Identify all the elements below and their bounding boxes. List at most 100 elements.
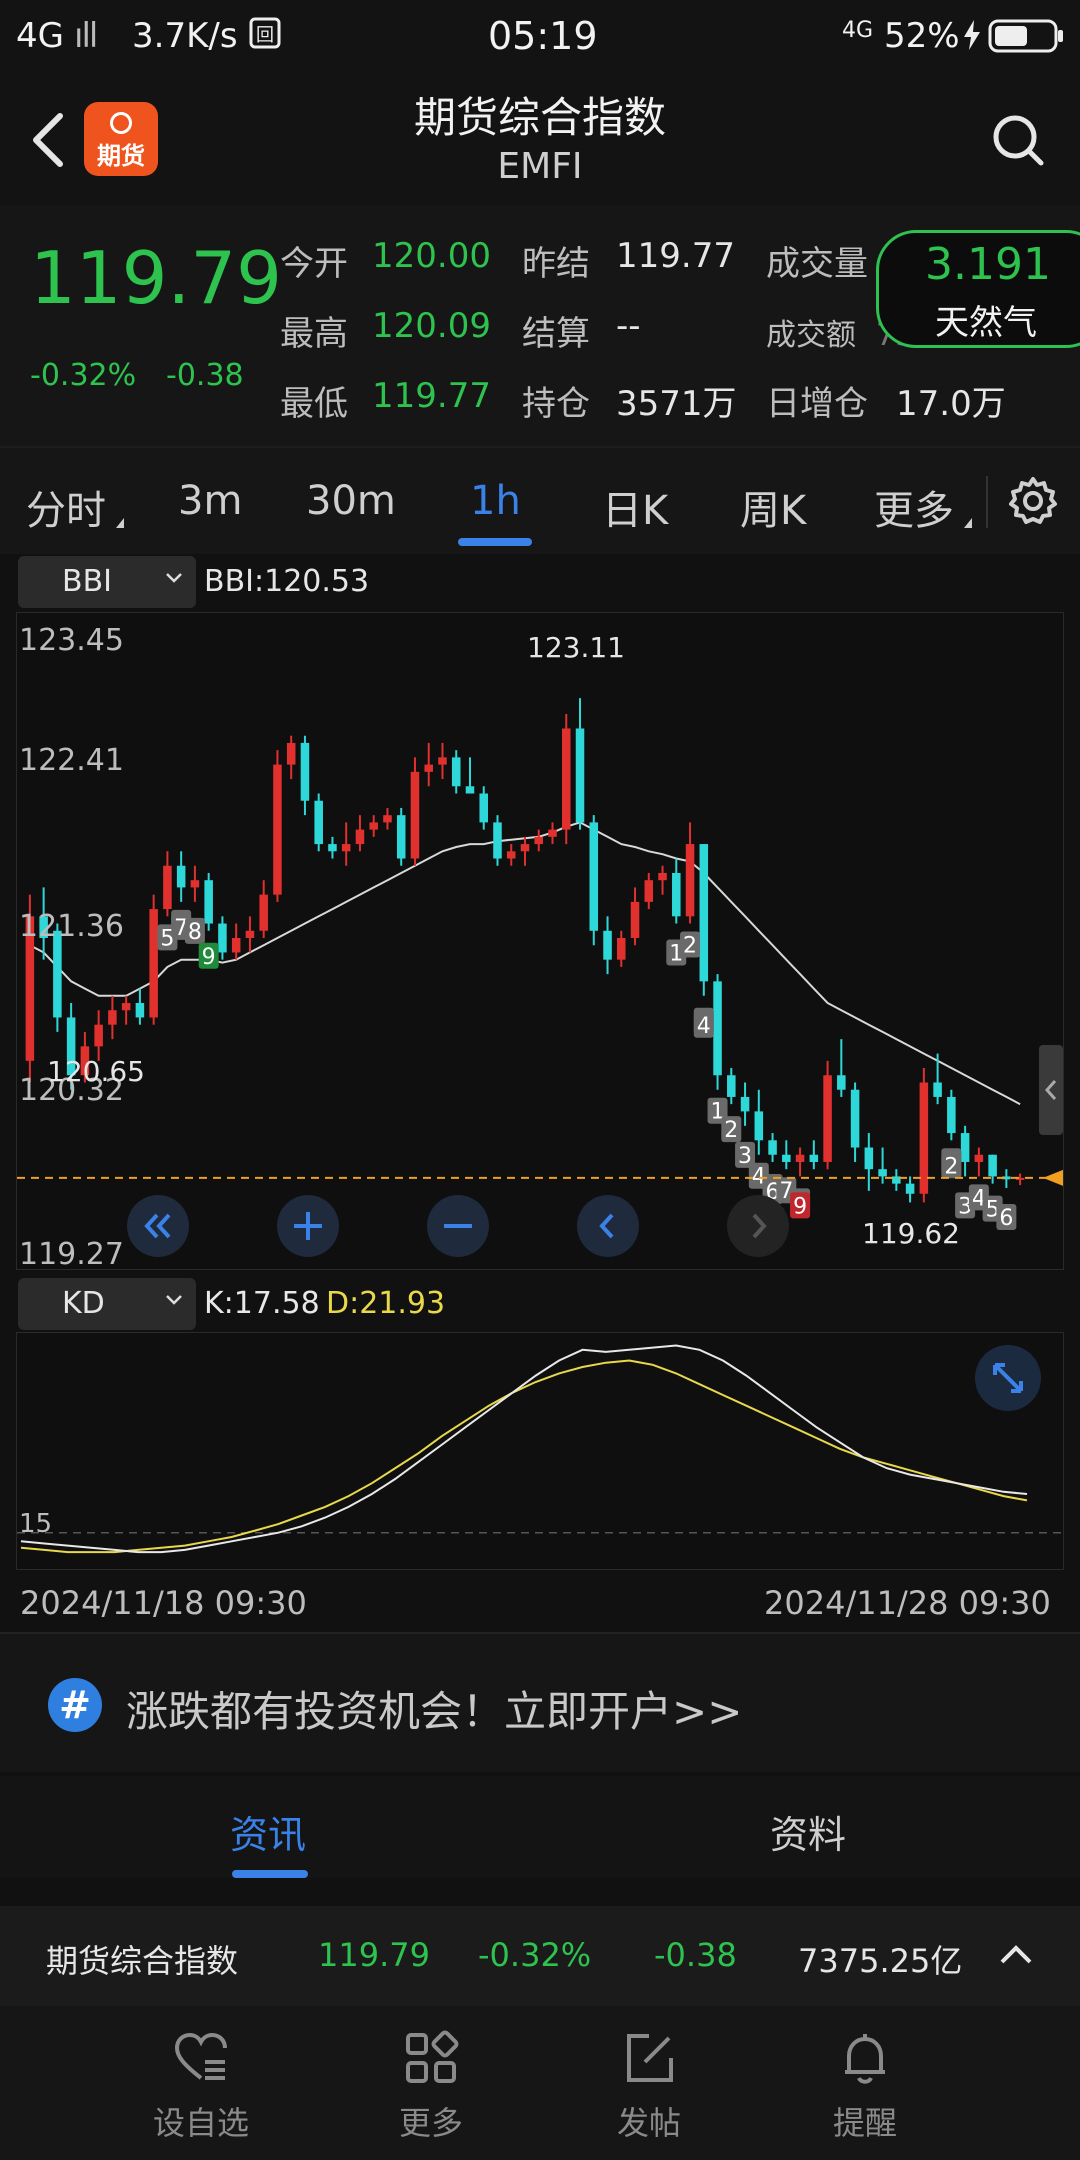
high-label: 最高 bbox=[280, 314, 348, 354]
scroll-left-fast-button[interactable] bbox=[127, 1195, 189, 1257]
scroll-left-button[interactable] bbox=[577, 1195, 639, 1257]
promo-banner[interactable]: # 涨跌都有投资机会！立即开户>> bbox=[0, 1632, 1080, 1772]
open-label: 今开 bbox=[280, 244, 348, 284]
turnover-label: 成交额 bbox=[766, 318, 856, 353]
sub-indicator-select[interactable]: KD bbox=[18, 1278, 196, 1330]
nav-more[interactable]: 更多 bbox=[346, 2006, 516, 2160]
tab-3m[interactable]: 3m bbox=[178, 478, 242, 524]
tab-30m[interactable]: 30m bbox=[306, 478, 396, 524]
x-axis-end-label: 2024/11/28 09:30 bbox=[764, 1584, 1051, 1622]
candle-body bbox=[561, 728, 571, 830]
app-root: 4G ıll 3.7K/s 回 05:19 4G 52% 期货 期货综合指数 E… bbox=[0, 0, 1080, 2160]
kd-d-line bbox=[20, 1359, 1028, 1554]
zoom-out-button[interactable] bbox=[427, 1195, 489, 1257]
candle-body bbox=[410, 771, 420, 859]
candle-body bbox=[218, 923, 227, 953]
candle-body bbox=[782, 1154, 791, 1162]
candle-body bbox=[355, 829, 365, 845]
candle-body bbox=[685, 844, 695, 917]
chevron-up-icon[interactable] bbox=[996, 1934, 1036, 1982]
candle-body bbox=[520, 844, 530, 852]
ticker-name: 期货综合指数 bbox=[46, 1942, 239, 1980]
nav-label: 更多 bbox=[398, 2104, 463, 2142]
candle-body bbox=[438, 757, 447, 765]
oi-change-value: 17.0万 bbox=[896, 384, 1006, 424]
svg-text:回: 回 bbox=[256, 25, 274, 46]
candle-body bbox=[493, 822, 502, 859]
tab-weekly[interactable]: 周K bbox=[740, 478, 806, 536]
candle-body bbox=[190, 880, 200, 888]
bottom-nav: 设自选 更多 发帖 提醒 bbox=[0, 2006, 1080, 2160]
candle-body bbox=[300, 742, 310, 801]
zoom-in-button[interactable] bbox=[277, 1195, 339, 1257]
candle-body bbox=[823, 1075, 832, 1162]
kd-svg bbox=[17, 1344, 1065, 1554]
tab-timeshare[interactable]: 分时 bbox=[26, 478, 106, 536]
related-contract-badge[interactable]: 3.191 天然气 bbox=[876, 230, 1080, 348]
quote-ticker-bar[interactable]: 期货综合指数 119.79 -0.32% -0.38 7375.25亿 bbox=[0, 1906, 1080, 2006]
candle-body bbox=[465, 786, 475, 794]
search-icon[interactable] bbox=[990, 112, 1046, 168]
open-interest-value: 3571万 bbox=[616, 384, 737, 424]
scroll-right-button[interactable] bbox=[727, 1195, 789, 1257]
tab-more[interactable]: 更多 bbox=[874, 478, 954, 536]
candlestick-chart[interactable]: 678591234123456789123456 123.45 122.41 1… bbox=[16, 612, 1065, 1272]
chevron-down-icon bbox=[166, 1295, 182, 1305]
status-bar: 4G ıll 3.7K/s 回 05:19 4G 52% bbox=[0, 0, 1080, 76]
candle-body bbox=[383, 815, 392, 823]
sequence-marker-label: 6 bbox=[999, 1206, 1013, 1231]
change-amount: -0.38 bbox=[166, 358, 244, 393]
candle-body bbox=[933, 1082, 942, 1097]
heart-list-icon bbox=[174, 2032, 227, 2080]
candle-body bbox=[603, 930, 612, 960]
page-title: 期货综合指数 bbox=[413, 93, 666, 142]
main-indicator-select[interactable]: BBI bbox=[18, 556, 196, 608]
chart-settings-icon[interactable] bbox=[1008, 476, 1058, 526]
y-axis-label: 123.45 bbox=[19, 623, 124, 658]
high-price-label: 123.11 bbox=[527, 631, 625, 664]
candle-body bbox=[864, 1147, 874, 1170]
nav-label: 发帖 bbox=[616, 2104, 681, 2142]
ticker-percent: -0.32% bbox=[478, 1936, 592, 1974]
open-interest-label: 持仓 bbox=[522, 384, 590, 424]
nav-alert[interactable]: 提醒 bbox=[780, 2006, 950, 2160]
last-price: 119.79 bbox=[30, 236, 282, 320]
tab-news[interactable]: 资讯 bbox=[230, 1804, 306, 1859]
low-value: 119.77 bbox=[372, 376, 491, 416]
sequence-marker-label: 5 bbox=[160, 926, 174, 951]
candle-body bbox=[658, 872, 667, 881]
expand-chart-button[interactable] bbox=[975, 1345, 1041, 1411]
chevron-down-icon bbox=[166, 573, 182, 583]
candle-body bbox=[108, 1010, 117, 1025]
sequence-marker-label: 2 bbox=[944, 1154, 958, 1179]
tab-profile[interactable]: 资料 bbox=[770, 1804, 846, 1859]
tab-timeshare-dropdown-icon bbox=[116, 518, 124, 528]
side-panel-handle[interactable] bbox=[1039, 1045, 1063, 1135]
candle-body bbox=[617, 937, 626, 960]
quote-panel: 119.79 -0.32% -0.38 今开 120.00 昨结 119.77 … bbox=[0, 206, 1080, 446]
candle-body bbox=[273, 764, 282, 895]
candle-body bbox=[259, 894, 268, 931]
edit-icon bbox=[627, 2034, 673, 2082]
bell-icon bbox=[845, 2034, 885, 2084]
main-indicator-name: BBI bbox=[62, 564, 113, 599]
tab-daily[interactable]: 日K bbox=[602, 478, 668, 536]
tab-1h[interactable]: 1h bbox=[470, 478, 521, 524]
candle-body bbox=[451, 757, 461, 787]
volume-label: 成交量 bbox=[766, 244, 868, 284]
sequence-marker-label: 4 bbox=[697, 1014, 711, 1039]
x-axis-start-label: 2024/11/18 09:30 bbox=[20, 1584, 307, 1622]
bbi-value: BBI:120.53 bbox=[204, 564, 370, 599]
battery-icon bbox=[988, 18, 1066, 63]
nav-post[interactable]: 发帖 bbox=[564, 2006, 734, 2160]
kd-chart[interactable]: 15 bbox=[16, 1332, 1065, 1570]
candle-body bbox=[163, 865, 172, 910]
high-value: 120.09 bbox=[372, 306, 491, 346]
y-axis-label: 119.27 bbox=[19, 1237, 124, 1272]
candle-body bbox=[768, 1140, 777, 1155]
candle-body bbox=[286, 742, 296, 765]
candle-body bbox=[149, 909, 158, 1018]
settle-label: 结算 bbox=[522, 314, 590, 354]
candle-body bbox=[672, 872, 681, 917]
nav-add-watchlist[interactable]: 设自选 bbox=[116, 2006, 286, 2160]
